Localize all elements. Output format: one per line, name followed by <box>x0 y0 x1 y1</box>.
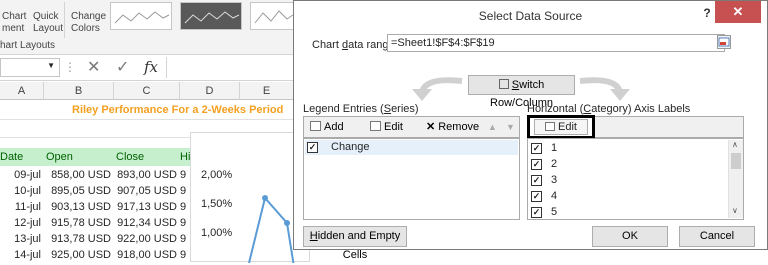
ribbon-label: ment <box>2 23 25 34</box>
drag-handle-icon[interactable]: ⋮ <box>64 61 76 73</box>
category-scrollbar[interactable]: ∧ ∨ <box>728 140 743 218</box>
category-label: 2 <box>551 158 558 170</box>
move-down-icon[interactable]: ▼ <box>502 119 515 137</box>
range-selector-icon <box>718 37 730 47</box>
chart-data-range-input[interactable]: =Sheet1!$F$4:$F$19 <box>387 34 725 52</box>
formula-input[interactable] <box>166 57 306 78</box>
sparkline-icon <box>184 11 240 24</box>
add-chart-element-button[interactable]: Chart ment <box>2 11 26 35</box>
list-item[interactable]: ✓ Change <box>305 140 518 155</box>
table-cell[interactable]: 918,00 USD <box>114 246 180 264</box>
add-series-button[interactable]: Add <box>306 119 358 137</box>
remove-icon: ✕ <box>426 121 436 133</box>
column-header-c[interactable]: C <box>114 82 180 100</box>
category-label: 4 <box>551 190 558 202</box>
series-list: ✓ Change <box>303 138 520 220</box>
switch-icon <box>498 79 509 89</box>
table-cell[interactable]: 14-jul <box>0 246 44 264</box>
ribbon-label: Layout <box>33 23 64 34</box>
switch-arrow-left-icon <box>412 77 463 101</box>
scroll-down-icon[interactable]: ∨ <box>732 206 738 215</box>
list-item[interactable]: ✓ 5 <box>529 205 729 220</box>
gridline <box>0 119 300 120</box>
series-checkbox[interactable]: ✓ <box>307 142 318 153</box>
edit-label: Edit <box>384 121 403 133</box>
help-button[interactable]: ? <box>697 3 717 23</box>
dialog-title-bar[interactable]: Select Data Source ? ✕ <box>294 1 767 31</box>
category-checkbox[interactable]: ✓ <box>531 175 542 186</box>
change-colors-button[interactable]: Change Colors <box>71 11 106 35</box>
category-label: 5 <box>551 206 558 218</box>
quick-layout-button[interactable]: Quick Layout <box>33 11 63 35</box>
header-cell-open[interactable]: Open <box>44 148 114 166</box>
list-item[interactable]: ✓ 2 <box>529 157 729 172</box>
ok-button[interactable]: OK <box>592 226 668 247</box>
header-cell-close[interactable]: Close <box>114 148 180 166</box>
cancel-formula-icon[interactable]: ✕ <box>87 58 100 77</box>
cancel-button[interactable]: Cancel <box>679 226 755 247</box>
switch-arrow-right-icon <box>579 77 630 101</box>
select-data-source-dialog: Select Data Source ? ✕ Chart data range:… <box>293 0 768 261</box>
category-label: 3 <box>551 174 558 186</box>
category-label: 1 <box>551 142 558 154</box>
close-button[interactable]: ✕ <box>715 1 761 23</box>
ribbon-label: Chart <box>2 11 27 22</box>
dropdown-arrow-icon[interactable]: ▼ <box>47 61 55 70</box>
add-icon <box>310 121 321 131</box>
sparkline-icon <box>114 11 170 24</box>
column-header-e[interactable]: E <box>240 82 294 100</box>
column-header-d[interactable]: D <box>180 82 240 100</box>
chart-style-thumb[interactable] <box>110 2 172 30</box>
add-label: Add <box>324 121 344 133</box>
edit-axis-label: Edit <box>558 121 577 133</box>
axis-labels-header: Horizontal (Category) Axis Labels <box>527 103 691 115</box>
switch-row-column-button[interactable]: Switch Row/Column <box>468 75 575 109</box>
ribbon-label: Colors <box>71 23 100 34</box>
category-list: ✓ 1 ✓ 2 ✓ 3 ✓ 4 ✓ 5 <box>527 138 744 220</box>
table-cell[interactable]: 925,00 USD <box>44 246 114 264</box>
chart-area[interactable]: 2,00% 1,50% 1,00% <box>190 132 310 263</box>
category-checkbox[interactable]: ✓ <box>531 143 542 154</box>
scroll-thumb[interactable] <box>731 153 741 169</box>
insert-function-icon[interactable]: fx <box>144 58 158 77</box>
ribbon-label: Quick <box>33 11 59 22</box>
sparkline-icon <box>254 10 294 24</box>
edit-axis-button[interactable]: Edit <box>527 115 595 139</box>
category-checkbox[interactable]: ✓ <box>531 191 542 202</box>
legend-entries-header: Legend Entries (Series) <box>303 103 419 115</box>
list-item[interactable]: ✓ 1 <box>529 141 729 156</box>
chart-layouts-group-label: hart Layouts <box>0 40 56 51</box>
name-box[interactable]: ▼ <box>0 58 60 77</box>
chart-style-thumb[interactable] <box>180 2 242 30</box>
chart-style-thumb[interactable] <box>250 2 295 30</box>
ribbon-label: Change <box>71 11 107 22</box>
column-header-b[interactable]: B <box>44 82 114 100</box>
header-cell-date[interactable]: Date <box>0 148 44 166</box>
list-item[interactable]: ✓ 4 <box>529 189 729 204</box>
column-header-a[interactable]: A <box>0 82 44 100</box>
remove-series-button[interactable]: ✕ Remove <box>422 119 488 137</box>
move-up-icon[interactable]: ▲ <box>484 119 497 137</box>
edit-series-button[interactable]: Edit <box>366 119 418 137</box>
chart-data-range-label: Chart data range: <box>312 39 398 51</box>
sheet-title[interactable]: Riley Performance For a 2-Weeks Period <box>72 101 302 119</box>
edit-icon <box>370 121 381 131</box>
collapse-dialog-icon[interactable] <box>717 35 731 49</box>
edit-axis-icon <box>545 122 556 131</box>
hidden-empty-cells-button[interactable]: Hidden and Empty Cells <box>303 226 407 261</box>
enter-formula-icon[interactable]: ✓ <box>116 58 129 77</box>
legend-toolbar: Add Edit ✕ Remove ▲ ▼ <box>303 116 520 138</box>
scroll-up-icon[interactable]: ∧ <box>732 140 738 149</box>
category-checkbox[interactable]: ✓ <box>531 159 542 170</box>
category-checkbox[interactable]: ✓ <box>531 207 542 218</box>
remove-label: Remove <box>438 121 480 133</box>
list-item[interactable]: ✓ 3 <box>529 173 729 188</box>
series-name: Change <box>331 141 370 153</box>
divider <box>64 2 65 38</box>
edit-axis-inner[interactable]: Edit <box>534 119 588 135</box>
